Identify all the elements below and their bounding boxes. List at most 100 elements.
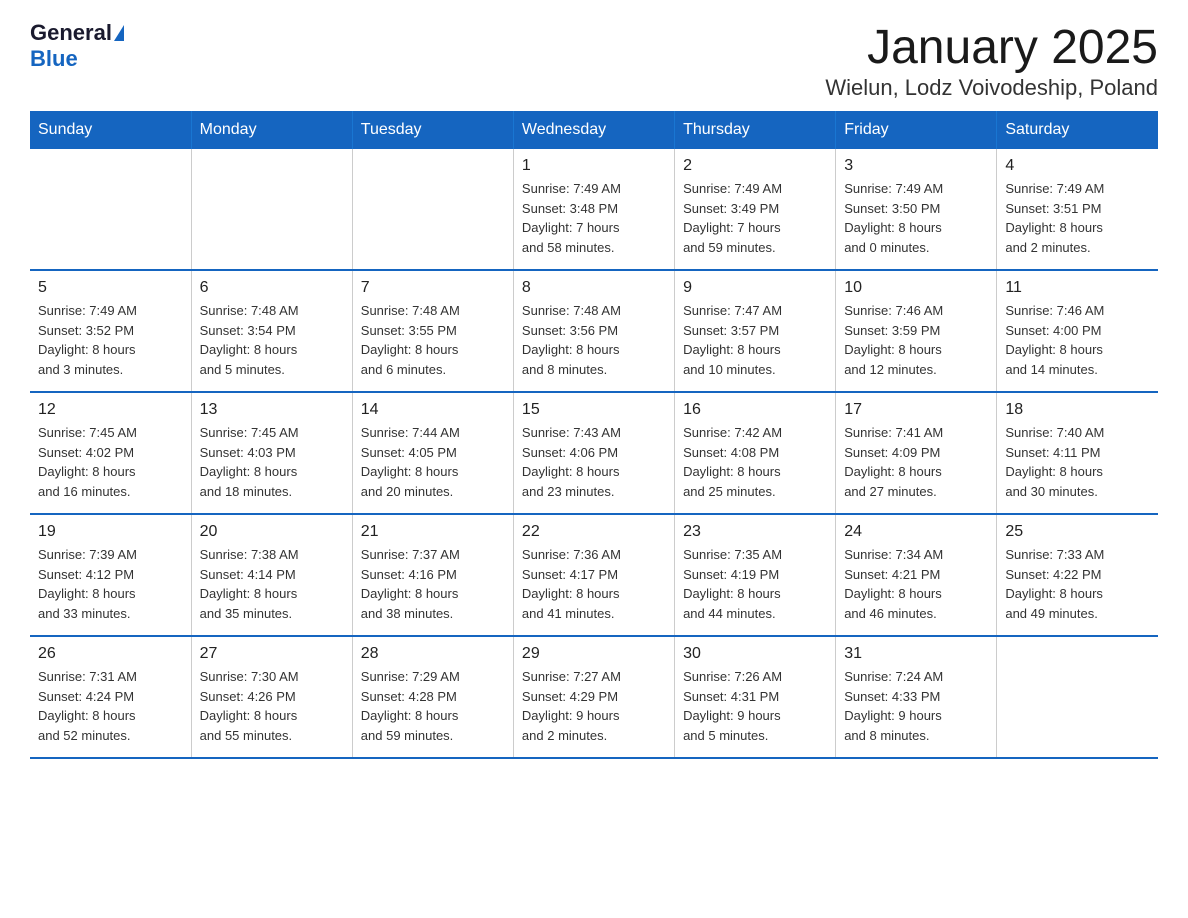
- day-number: 24: [844, 523, 988, 541]
- day-info: Sunrise: 7:43 AMSunset: 4:06 PMDaylight:…: [522, 423, 666, 501]
- calendar-cell: 1 Sunrise: 7:49 AMSunset: 3:48 PMDaylight…: [513, 149, 674, 270]
- day-number: 30: [683, 645, 827, 663]
- day-number: 31: [844, 645, 988, 663]
- day-number: 18: [1005, 401, 1150, 419]
- calendar-cell: 23 Sunrise: 7:35 AMSunset: 4:19 PMDayligh…: [675, 514, 836, 636]
- calendar-week-row: 12 Sunrise: 7:45 AMSunset: 4:02 PMDayligh…: [30, 392, 1158, 514]
- page-subtitle: Wielun, Lodz Voivodeship, Poland: [825, 75, 1158, 101]
- calendar-cell: [30, 149, 191, 270]
- day-info: Sunrise: 7:33 AMSunset: 4:22 PMDaylight:…: [1005, 545, 1150, 623]
- calendar-cell: 10 Sunrise: 7:46 AMSunset: 3:59 PMDayligh…: [836, 270, 997, 392]
- day-info: Sunrise: 7:48 AMSunset: 3:56 PMDaylight:…: [522, 301, 666, 379]
- day-number: 13: [200, 401, 344, 419]
- calendar-cell: 17Sunrise: 7:41 AMSunset: 4:09 PMDayligh…: [836, 392, 997, 514]
- day-info: Sunrise: 7:45 AMSunset: 4:02 PMDaylight:…: [38, 423, 183, 501]
- calendar-cell: 24Sunrise: 7:34 AMSunset: 4:21 PMDayligh…: [836, 514, 997, 636]
- day-number: 8: [522, 279, 666, 297]
- calendar-cell: [191, 149, 352, 270]
- calendar-header-tuesday: Tuesday: [352, 111, 513, 149]
- calendar-week-row: 26 Sunrise: 7:31 AMSunset: 4:24 PMDayligh…: [30, 636, 1158, 758]
- calendar-cell: 15 Sunrise: 7:43 AMSunset: 4:06 PMDayligh…: [513, 392, 674, 514]
- calendar-cell: 5 Sunrise: 7:49 AMSunset: 3:52 PMDaylight…: [30, 270, 191, 392]
- day-info: Sunrise: 7:49 AMSunset: 3:52 PMDaylight:…: [38, 301, 183, 379]
- calendar-table: SundayMondayTuesdayWednesdayThursdayFrid…: [30, 111, 1158, 759]
- calendar-header-monday: Monday: [191, 111, 352, 149]
- day-info: Sunrise: 7:42 AMSunset: 4:08 PMDaylight:…: [683, 423, 827, 501]
- day-number: 15: [522, 401, 666, 419]
- day-number: 10: [844, 279, 988, 297]
- day-info: Sunrise: 7:26 AMSunset: 4:31 PMDaylight:…: [683, 667, 827, 745]
- day-info: Sunrise: 7:49 AMSunset: 3:50 PMDaylight:…: [844, 179, 988, 257]
- day-info: Sunrise: 7:47 AMSunset: 3:57 PMDaylight:…: [683, 301, 827, 379]
- calendar-week-row: 1 Sunrise: 7:49 AMSunset: 3:48 PMDaylight…: [30, 149, 1158, 270]
- day-info: Sunrise: 7:29 AMSunset: 4:28 PMDaylight:…: [361, 667, 505, 745]
- calendar-cell: [352, 149, 513, 270]
- calendar-cell: 22Sunrise: 7:36 AMSunset: 4:17 PMDayligh…: [513, 514, 674, 636]
- calendar-cell: 4 Sunrise: 7:49 AMSunset: 3:51 PMDaylight…: [997, 149, 1158, 270]
- day-number: 3: [844, 157, 988, 175]
- day-number: 7: [361, 279, 505, 297]
- day-number: 19: [38, 523, 183, 541]
- calendar-header-friday: Friday: [836, 111, 997, 149]
- day-number: 26: [38, 645, 183, 663]
- calendar-cell: 8 Sunrise: 7:48 AMSunset: 3:56 PMDaylight…: [513, 270, 674, 392]
- calendar-header-sunday: Sunday: [30, 111, 191, 149]
- day-info: Sunrise: 7:49 AMSunset: 3:49 PMDaylight:…: [683, 179, 827, 257]
- day-number: 27: [200, 645, 344, 663]
- calendar-cell: 9 Sunrise: 7:47 AMSunset: 3:57 PMDaylight…: [675, 270, 836, 392]
- day-info: Sunrise: 7:46 AMSunset: 3:59 PMDaylight:…: [844, 301, 988, 379]
- day-info: Sunrise: 7:38 AMSunset: 4:14 PMDaylight:…: [200, 545, 344, 623]
- calendar-cell: 6 Sunrise: 7:48 AMSunset: 3:54 PMDaylight…: [191, 270, 352, 392]
- day-number: 6: [200, 279, 344, 297]
- calendar-cell: 21 Sunrise: 7:37 AMSunset: 4:16 PMDayligh…: [352, 514, 513, 636]
- day-number: 23: [683, 523, 827, 541]
- day-number: 4: [1005, 157, 1150, 175]
- day-number: 21: [361, 523, 505, 541]
- day-number: 28: [361, 645, 505, 663]
- day-info: Sunrise: 7:40 AMSunset: 4:11 PMDaylight:…: [1005, 423, 1150, 501]
- day-number: 5: [38, 279, 183, 297]
- calendar-cell: 27 Sunrise: 7:30 AMSunset: 4:26 PMDayligh…: [191, 636, 352, 758]
- day-info: Sunrise: 7:37 AMSunset: 4:16 PMDaylight:…: [361, 545, 505, 623]
- day-info: Sunrise: 7:44 AMSunset: 4:05 PMDaylight:…: [361, 423, 505, 501]
- calendar-week-row: 5 Sunrise: 7:49 AMSunset: 3:52 PMDaylight…: [30, 270, 1158, 392]
- day-info: Sunrise: 7:49 AMSunset: 3:51 PMDaylight:…: [1005, 179, 1150, 257]
- day-number: 1: [522, 157, 666, 175]
- day-info: Sunrise: 7:35 AMSunset: 4:19 PMDaylight:…: [683, 545, 827, 623]
- day-number: 16: [683, 401, 827, 419]
- calendar-cell: 25 Sunrise: 7:33 AMSunset: 4:22 PMDayligh…: [997, 514, 1158, 636]
- calendar-header-thursday: Thursday: [675, 111, 836, 149]
- calendar-cell: 3 Sunrise: 7:49 AMSunset: 3:50 PMDaylight…: [836, 149, 997, 270]
- calendar-cell: 2 Sunrise: 7:49 AMSunset: 3:49 PMDaylight…: [675, 149, 836, 270]
- day-info: Sunrise: 7:46 AMSunset: 4:00 PMDaylight:…: [1005, 301, 1150, 379]
- day-number: 12: [38, 401, 183, 419]
- day-number: 14: [361, 401, 505, 419]
- day-number: 9: [683, 279, 827, 297]
- calendar-week-row: 19Sunrise: 7:39 AMSunset: 4:12 PMDayligh…: [30, 514, 1158, 636]
- day-info: Sunrise: 7:27 AMSunset: 4:29 PMDaylight:…: [522, 667, 666, 745]
- calendar-cell: 20 Sunrise: 7:38 AMSunset: 4:14 PMDayligh…: [191, 514, 352, 636]
- day-number: 20: [200, 523, 344, 541]
- calendar-cell: [997, 636, 1158, 758]
- day-info: Sunrise: 7:48 AMSunset: 3:54 PMDaylight:…: [200, 301, 344, 379]
- day-info: Sunrise: 7:30 AMSunset: 4:26 PMDaylight:…: [200, 667, 344, 745]
- day-number: 2: [683, 157, 827, 175]
- day-number: 17: [844, 401, 988, 419]
- calendar-header-wednesday: Wednesday: [513, 111, 674, 149]
- day-info: Sunrise: 7:48 AMSunset: 3:55 PMDaylight:…: [361, 301, 505, 379]
- calendar-cell: 7 Sunrise: 7:48 AMSunset: 3:55 PMDaylight…: [352, 270, 513, 392]
- calendar-cell: 31Sunrise: 7:24 AMSunset: 4:33 PMDayligh…: [836, 636, 997, 758]
- day-number: 11: [1005, 279, 1150, 297]
- calendar-cell: 18 Sunrise: 7:40 AMSunset: 4:11 PMDayligh…: [997, 392, 1158, 514]
- calendar-cell: 16 Sunrise: 7:42 AMSunset: 4:08 PMDayligh…: [675, 392, 836, 514]
- day-number: 29: [522, 645, 666, 663]
- day-number: 25: [1005, 523, 1150, 541]
- day-number: 22: [522, 523, 666, 541]
- day-info: Sunrise: 7:31 AMSunset: 4:24 PMDaylight:…: [38, 667, 183, 745]
- calendar-cell: 13Sunrise: 7:45 AMSunset: 4:03 PMDayligh…: [191, 392, 352, 514]
- day-info: Sunrise: 7:49 AMSunset: 3:48 PMDaylight:…: [522, 179, 666, 257]
- logo-blue-text: Blue: [30, 46, 78, 72]
- title-block: January 2025 Wielun, Lodz Voivodeship, P…: [825, 20, 1158, 101]
- calendar-header-saturday: Saturday: [997, 111, 1158, 149]
- calendar-cell: 11 Sunrise: 7:46 AMSunset: 4:00 PMDayligh…: [997, 270, 1158, 392]
